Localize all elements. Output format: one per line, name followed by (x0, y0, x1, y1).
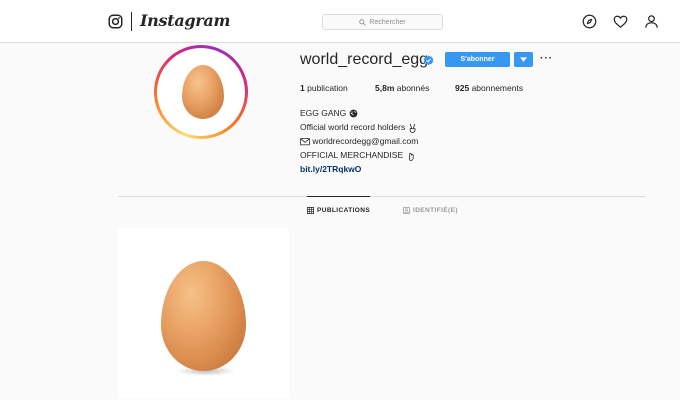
following-count: 925 (455, 83, 470, 93)
profile-username: world_record_egg (300, 51, 429, 68)
followers-count: 5,8m (375, 83, 395, 93)
egg-image (161, 261, 246, 371)
chevron-down-icon (520, 57, 527, 62)
profile-bio: EGG GANG Official world record holders w… (300, 106, 418, 176)
suggestions-dropdown-button[interactable] (514, 52, 533, 67)
bio-link[interactable]: bit.ly/2TRqkwO (300, 164, 361, 174)
brand-logo[interactable]: Instagram (140, 11, 230, 30)
followers-label: abonnés (396, 83, 430, 93)
bio-line-1: Official world record holders (300, 122, 406, 132)
tagged-icon (403, 207, 410, 214)
grid-icon (307, 207, 314, 214)
tab-publications-label: PUBLICATIONS (317, 207, 371, 214)
following-label: abonnements (471, 83, 524, 93)
tab-publications[interactable]: PUBLICATIONS (307, 207, 370, 214)
camera-icon[interactable] (108, 14, 123, 29)
tabs-divider (118, 196, 645, 197)
avatar-inner (157, 48, 245, 136)
bio-line-3: OFFICIAL MERCHANDISE (300, 150, 404, 160)
logo-divider (131, 12, 132, 31)
stat-posts: 1 publication (300, 83, 348, 93)
tab-tagged[interactable]: IDENTIFIÉ(E) (403, 207, 458, 214)
search-input[interactable]: Rechercher (322, 14, 443, 30)
follow-button[interactable]: S'abonner (445, 52, 510, 67)
verified-badge-icon (423, 55, 434, 66)
pointing-down-icon (408, 152, 414, 161)
person-icon[interactable] (644, 14, 659, 29)
tab-active-indicator (307, 196, 370, 197)
stat-following[interactable]: 925 abonnements (455, 83, 523, 93)
search-icon (359, 18, 367, 26)
avatar-egg-image (182, 65, 224, 119)
globe-icon (349, 109, 358, 118)
more-options-button[interactable]: ··· (540, 53, 553, 64)
envelope-icon (300, 138, 310, 146)
heart-icon[interactable] (613, 14, 628, 29)
bio-line-2: worldrecordegg@gmail.com (312, 136, 419, 146)
post-thumbnail[interactable] (118, 228, 289, 398)
tab-tagged-label: IDENTIFIÉ(E) (413, 207, 458, 214)
stat-followers[interactable]: 5,8m abonnés (375, 83, 429, 93)
bio-name: EGG GANG (300, 108, 347, 118)
victory-hand-icon (409, 123, 416, 133)
top-nav: Instagram Rechercher (0, 0, 680, 43)
compass-icon[interactable] (582, 14, 597, 29)
avatar[interactable] (154, 45, 248, 139)
posts-count: 1 (300, 83, 305, 93)
posts-label: publication (307, 83, 348, 93)
search-placeholder: Rechercher (369, 18, 406, 26)
